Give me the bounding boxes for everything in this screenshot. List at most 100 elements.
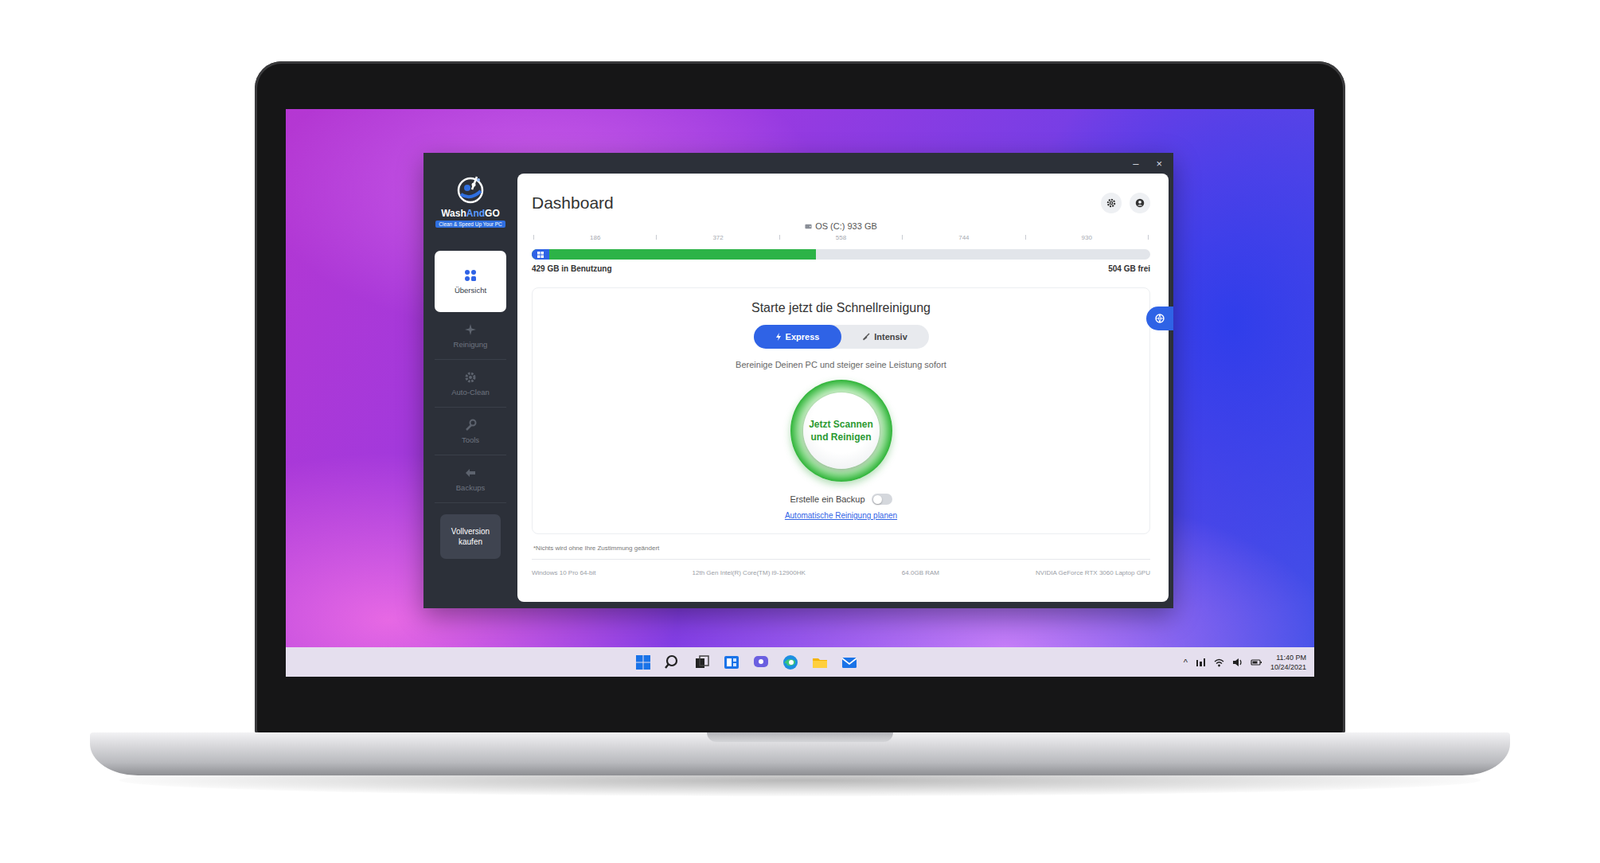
backup-arrow-icon: [464, 466, 477, 480]
spec-item: NVIDIA GeForce RTX 3060 Laptop GPU: [1035, 569, 1151, 577]
disk-scale: 186 372 558 744 930: [531, 232, 1151, 242]
tick-mark: [901, 234, 903, 240]
tick-label: 372: [712, 234, 723, 242]
close-button[interactable]: ×: [1155, 157, 1163, 170]
backup-toggle[interactable]: [871, 493, 893, 505]
mode-switch: Express Intensiv: [753, 324, 929, 349]
sidebar-nav: Übersicht Reinigung Auto-Clean Tools Backups: [433, 250, 508, 504]
settings-button[interactable]: [1100, 192, 1122, 214]
mode-tab[interactable]: Intensiv: [841, 324, 929, 349]
mail-icon: [840, 653, 859, 672]
logo-part: And: [466, 207, 485, 219]
clock[interactable]: 11:40 PM10/24/2021: [1270, 652, 1307, 672]
tick-mark: [1147, 234, 1149, 240]
window-body: WashAndGOClean & Speed Up Your PC Übersic…: [423, 173, 1174, 609]
taskbar-button[interactable]: [811, 653, 829, 672]
spec-item: 64.0GB RAM: [901, 569, 940, 577]
logo-part: Wash: [440, 207, 467, 219]
mode-label: Intensiv: [874, 331, 908, 342]
sparkle-icon: [464, 323, 477, 336]
disk-name: OS (C:) 933 GB: [815, 221, 878, 231]
user-icon: [1135, 198, 1145, 208]
tick-label: 930: [1081, 234, 1093, 242]
sidebar-item-label: Übersicht: [454, 285, 487, 295]
tick-mark: [1025, 234, 1027, 240]
dashboard-card: Dashboard OS (C:) 933 GB 186 372 558 744 930 42…: [517, 173, 1169, 602]
edge-icon: [781, 653, 800, 672]
lightning-icon: [775, 332, 782, 341]
spec-item: Windows 10 Pro 64-bit: [531, 569, 596, 577]
tick-label: 186: [589, 234, 601, 242]
taskbar-apps: [285, 653, 1184, 672]
quick-clean-description: Bereinige Deinen PC und steiger seine Le…: [735, 359, 947, 370]
desktop: – × WashAndGOClean & Speed Up Your PC Übers…: [285, 109, 1315, 648]
spec-item: 12th Gen Intel(R) Core(TM) i9-12900HK: [692, 569, 806, 577]
backup-label: Erstelle ein Backup: [789, 494, 865, 504]
free-space: 504 GB frei: [1108, 264, 1151, 274]
washandgo-logo-icon: [454, 173, 487, 206]
sidebar-item-label: Reinigung: [453, 339, 488, 349]
clock-time: 11:40 PM: [1276, 652, 1307, 663]
taskbar-button[interactable]: [840, 653, 859, 672]
schedule-link[interactable]: Automatische Reinigung planen: [784, 511, 898, 520]
sidebar-item[interactable]: Übersicht: [434, 250, 507, 313]
disk-usage-labels: 429 GB in Benutzung 504 GB frei: [531, 264, 1151, 274]
tick-label: 744: [958, 234, 969, 242]
file-explorer-icon: [811, 653, 829, 672]
logo-part: GO: [484, 207, 500, 219]
footnote: *Nichts wird ohne Ihre Zustimmung geände…: [531, 544, 1151, 552]
sidebar-item[interactable]: Backups: [434, 455, 507, 504]
quick-clean-title: Starte jetzt die Schnellreinigung: [751, 300, 931, 316]
wrench-icon: [464, 418, 477, 432]
system-tray: ^ 11:40 PM10/24/2021: [1183, 652, 1315, 672]
globe-icon: [1155, 313, 1165, 324]
chat-icon: [752, 653, 770, 672]
battery-icon[interactable]: [1250, 657, 1263, 668]
tick-mark: [655, 234, 657, 240]
taskbar-button[interactable]: [781, 653, 800, 672]
mode-label: Express: [785, 331, 820, 342]
scan-button[interactable]: Jetzt Scannen und Reinigen: [790, 379, 893, 482]
grid-icon: [464, 269, 477, 282]
used-space: 429 GB in Benutzung: [531, 264, 613, 274]
help-tab-button[interactable]: [1146, 306, 1174, 331]
tick-mark: [779, 234, 781, 240]
sidebar-item-label: Auto-Clean: [451, 387, 490, 397]
wifi-icon[interactable]: [1213, 657, 1225, 668]
laptop-screen: – × WashAndGOClean & Speed Up Your PC Übers…: [285, 109, 1315, 677]
laptop-notch: [706, 732, 894, 742]
tray-overflow-button[interactable]: ^: [1183, 657, 1188, 668]
sidebar-item-label: Tools: [461, 435, 480, 445]
mode-tab[interactable]: Express: [753, 324, 842, 349]
broom-icon: [862, 332, 871, 341]
sidebar-item[interactable]: Tools: [434, 407, 507, 456]
sidebar-item[interactable]: Reinigung: [434, 312, 507, 360]
taskbar-button[interactable]: [634, 653, 652, 672]
account-button[interactable]: [1129, 192, 1151, 214]
taskbar-button[interactable]: [693, 653, 711, 672]
taskbar-button[interactable]: [663, 653, 682, 672]
disk-label: OS (C:) 933 GB: [531, 221, 1151, 231]
minimize-button[interactable]: –: [1132, 157, 1139, 170]
system-specs: Windows 10 Pro 64-bit 12th Gen Intel(R) C…: [531, 559, 1151, 583]
page-title: Dashboard: [531, 193, 1093, 213]
os-segment: [531, 249, 550, 260]
drive-icon: [804, 222, 812, 231]
sidebar: WashAndGOClean & Speed Up Your PC Übersic…: [423, 152, 518, 609]
volume-icon[interactable]: [1232, 657, 1243, 668]
taskbar-button[interactable]: [722, 653, 741, 672]
app-logo: WashAndGOClean & Speed Up Your PC: [435, 152, 506, 231]
disk-usage-fill: [531, 249, 816, 260]
dashboard-header: Dashboard: [531, 191, 1151, 215]
gear-icon: [1106, 198, 1117, 208]
tick-label: 558: [835, 234, 847, 242]
network-icon[interactable]: [1195, 657, 1206, 668]
logo-text: WashAndGO: [440, 207, 500, 219]
sidebar-item[interactable]: Auto-Clean: [434, 359, 507, 408]
disk-usage-bar: [531, 249, 1151, 260]
taskbar-button[interactable]: [752, 653, 770, 672]
logo-tagline: Clean & Speed Up Your PC: [435, 220, 506, 228]
buy-full-version-button[interactable]: Vollversion kaufen: [440, 514, 501, 559]
sidebar-item-label: Backups: [456, 483, 485, 492]
tick-mark: [533, 234, 535, 240]
